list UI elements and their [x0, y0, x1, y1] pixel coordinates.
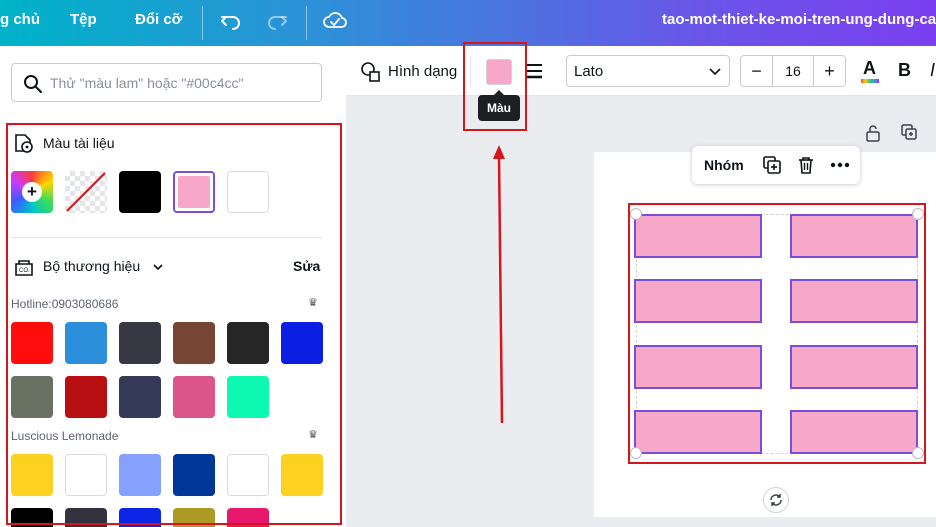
- annotation-highlight-box: [6, 123, 342, 525]
- text-color-button[interactable]: A: [860, 58, 880, 84]
- search-icon: [24, 75, 42, 93]
- lock-icon[interactable]: [864, 123, 882, 143]
- increase-font-size-button[interactable]: +: [813, 56, 845, 86]
- color-panel: Màu tài liệu + CO. Bộ thương hiệu Sửa Ho…: [0, 46, 346, 527]
- font-family-select[interactable]: Lato: [566, 55, 730, 87]
- font-family-value: Lato: [574, 63, 604, 80]
- shape-button-label[interactable]: Hình dạng: [388, 63, 457, 80]
- border-style-icon[interactable]: [525, 63, 543, 79]
- topbar-divider: [202, 6, 203, 40]
- bold-button[interactable]: B: [898, 60, 911, 81]
- font-size-stepper: − 16 +: [740, 55, 846, 87]
- color-search[interactable]: [11, 63, 322, 102]
- group-button[interactable]: Nhóm: [704, 157, 744, 173]
- duplicate-page-icon[interactable]: [900, 123, 918, 143]
- rotate-icon: [770, 494, 782, 506]
- duplicate-icon[interactable]: [762, 155, 782, 175]
- undo-icon[interactable]: [218, 8, 244, 34]
- top-bar: g chủ Tệp Đổi cỡ tao-mot-thiet-ke-moi-tr…: [0, 0, 936, 46]
- text-color-bar: [861, 79, 879, 83]
- file-menu[interactable]: Tệp: [70, 11, 97, 28]
- italic-button[interactable]: I: [930, 60, 935, 81]
- topbar-divider: [306, 6, 307, 40]
- text-color-letter: A: [863, 58, 876, 78]
- canva-editor: g chủ Tệp Đổi cỡ tao-mot-thiet-ke-moi-tr…: [0, 0, 936, 527]
- document-title[interactable]: tao-mot-thiet-ke-moi-tren-ung-dung-canva: [662, 11, 936, 28]
- trash-icon[interactable]: [796, 155, 816, 175]
- selection-context-bar: Nhóm: [692, 146, 860, 184]
- chevron-down-icon: [709, 68, 721, 76]
- resize-menu[interactable]: Đổi cỡ: [135, 11, 182, 28]
- editor-toolbar: Hình dạng Lato − 16 + A B I: [346, 46, 936, 96]
- rotate-button[interactable]: [763, 487, 789, 513]
- color-search-input[interactable]: [50, 70, 316, 96]
- annotation-arrow: [493, 145, 505, 424]
- decrease-font-size-button[interactable]: −: [741, 56, 773, 86]
- redo-icon[interactable]: [264, 8, 290, 34]
- font-size-input[interactable]: 16: [773, 56, 813, 86]
- annotation-highlight-box: [628, 203, 926, 464]
- cloud-saved-icon[interactable]: [322, 8, 348, 34]
- more-options-icon[interactable]: [830, 162, 850, 168]
- annotation-highlight-box: [463, 42, 527, 131]
- shapes-icon[interactable]: [360, 61, 382, 83]
- home-menu[interactable]: g chủ: [0, 11, 40, 28]
